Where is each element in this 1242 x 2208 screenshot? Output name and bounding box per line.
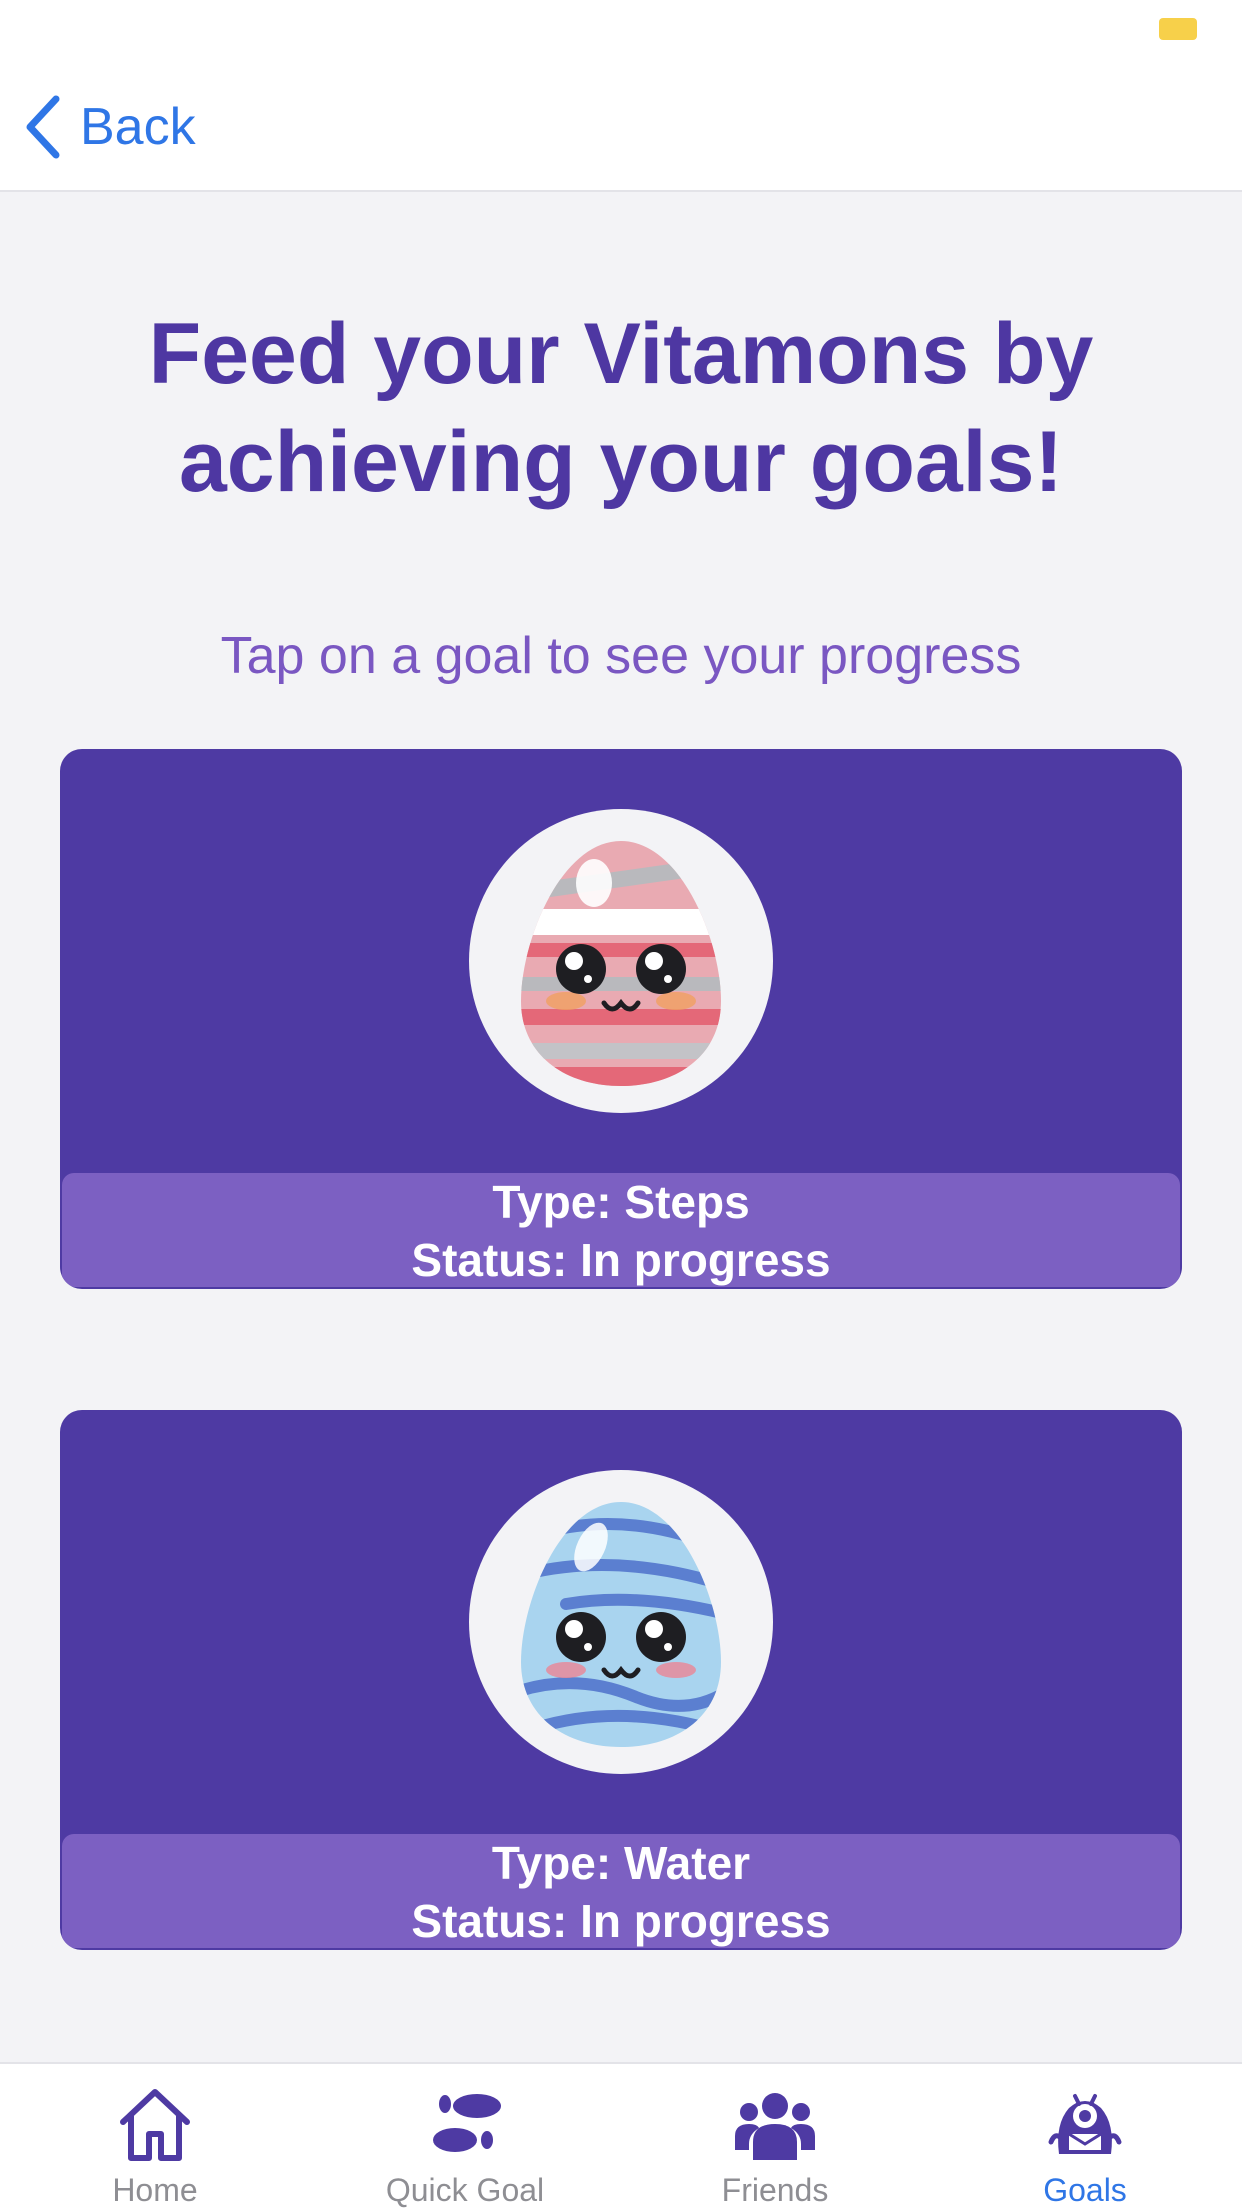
- blue-egg-icon: [521, 1502, 721, 1747]
- home-icon: [120, 2089, 190, 2161]
- tab-goals[interactable]: Goals: [930, 2064, 1240, 2208]
- goal-status: Status: In progress: [411, 1234, 831, 1286]
- status-bar: [0, 0, 1242, 60]
- tab-home[interactable]: Home: [0, 2064, 310, 2208]
- goal-type: Type: Water: [491, 1837, 751, 1889]
- back-label: Back: [80, 98, 196, 156]
- tab-friends[interactable]: Friends: [620, 2064, 930, 2208]
- pink-egg-icon: [521, 841, 721, 1086]
- monster-icon: [1048, 2094, 1122, 2154]
- chevron-left-icon: [26, 95, 60, 159]
- page-subtitle: Tap on a goal to see your progress: [220, 627, 1022, 685]
- goal-info-panel: Type: Steps Status: In progress: [62, 1173, 1180, 1287]
- tab-bar: Home Quick Goal Friends Goals: [0, 2062, 1242, 2208]
- tab-label: Home: [112, 2172, 198, 2208]
- navigation-bar: Back: [0, 60, 1242, 192]
- footprints-icon: [433, 2094, 501, 2152]
- group-icon: [735, 2093, 815, 2160]
- page-title: Feed your Vitamons by achieving your goa…: [148, 306, 1094, 510]
- tab-label: Goals: [1043, 2172, 1127, 2208]
- tab-label: Friends: [721, 2172, 829, 2208]
- goal-type: Type: Steps: [492, 1176, 750, 1228]
- goal-card-water[interactable]: Type: Water Status: In progress: [60, 1410, 1182, 1950]
- tab-label: Quick Goal: [385, 2172, 545, 2208]
- egg-avatar: [469, 1470, 773, 1774]
- back-button[interactable]: Back: [22, 92, 196, 162]
- battery-icon: [1159, 18, 1197, 40]
- tab-quick-goal[interactable]: Quick Goal: [310, 2064, 620, 2208]
- goal-card-steps[interactable]: Type: Steps Status: In progress: [60, 749, 1182, 1289]
- goal-info-panel: Type: Water Status: In progress: [62, 1834, 1180, 1948]
- egg-avatar: [469, 809, 773, 1113]
- goal-status: Status: In progress: [411, 1895, 831, 1947]
